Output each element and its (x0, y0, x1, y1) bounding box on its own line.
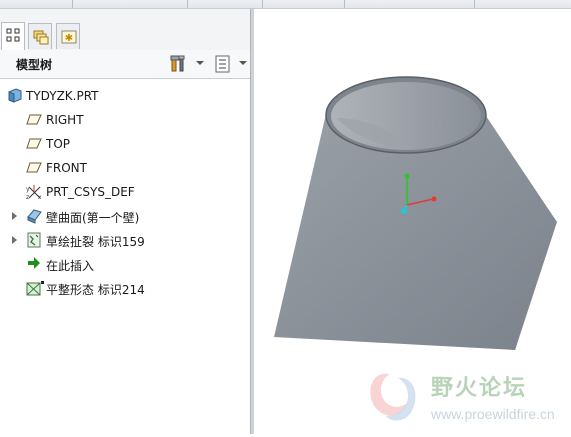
tree-item-part[interactable]: TYDYZK.PRT (0, 85, 250, 107)
tree-item-top[interactable]: TOP (0, 133, 250, 155)
watermark-logo (370, 373, 416, 421)
layer-icon (33, 30, 49, 45)
tree-item-insert-here[interactable]: 在此插入 (0, 253, 250, 275)
tab-favorites[interactable]: ✱ (56, 23, 80, 49)
tree-item-label: 草绘扯裂 标识159 (46, 235, 145, 249)
part-icon (8, 88, 22, 103)
toolbar-segment[interactable] (0, 0, 73, 8)
tree-item-label: TYDYZK.PRT (26, 89, 99, 103)
settings-dropdown-icon[interactable] (196, 61, 204, 65)
model-tree-header: 模型树 (0, 50, 250, 79)
svg-text:z: z (26, 194, 29, 200)
tree-item-wall[interactable]: 壁曲面(第一个壁) (0, 205, 250, 227)
tree-item-label: TOP (46, 137, 71, 151)
navigator-tab-bar: ✱ (0, 9, 250, 51)
toolbar-segment[interactable] (262, 0, 345, 8)
svg-text:y: y (26, 186, 30, 193)
tree-item-label: 在此插入 (46, 259, 95, 273)
panel-title: 模型树 (16, 58, 53, 72)
favorite-icon: ✱ (61, 30, 77, 44)
watermark-text: 野火论坛 (431, 376, 528, 401)
axis-z-tip (401, 208, 407, 214)
datum-plane-icon (26, 114, 42, 125)
top-toolbar-strip (0, 0, 571, 9)
axis-y-tip (404, 173, 410, 179)
tree-item-sketch-rip[interactable]: 草绘扯裂 标识159 (0, 229, 250, 251)
tree-item-label: FRONT (46, 161, 87, 175)
model-opening-inner (331, 82, 481, 150)
tree-item-label: 平整形态 标识214 (46, 283, 145, 297)
svg-text:✱: ✱ (65, 33, 73, 44)
toolbar-segment[interactable] (344, 0, 475, 8)
sketch-rip-icon (27, 232, 41, 248)
tree-item-flat-state[interactable]: 平整形态 标识214 (0, 277, 250, 299)
tab-model-tree[interactable] (1, 22, 25, 50)
datum-plane-icon (26, 138, 42, 149)
tree-item-label: RIGHT (46, 113, 84, 127)
toolbar-segment[interactable] (72, 0, 188, 8)
surface-wall-icon (27, 209, 42, 224)
csys-icon: y z x (26, 185, 42, 200)
tree-item-label: 壁曲面(第一个壁) (46, 211, 140, 225)
watermark-url: www.proewildfire.cn (431, 406, 555, 422)
show-icon[interactable] (214, 55, 232, 73)
tree-item-csys[interactable]: y z x PRT_CSYS_DEF (0, 181, 250, 203)
tree-item-right[interactable]: RIGHT (0, 109, 250, 131)
tree-item-label: PRT_CSYS_DEF (46, 185, 135, 199)
show-dropdown-icon[interactable] (239, 61, 247, 65)
flat-state-icon (26, 281, 44, 296)
axis-x-tip (431, 196, 437, 202)
tab-layers[interactable] (28, 23, 52, 49)
insert-arrow-icon (28, 257, 40, 269)
datum-plane-icon (26, 162, 42, 173)
navigator-pane: ✱ 模型树 TYDYZK.PRT RIGHT TOP FRONT y z x P… (0, 9, 250, 434)
settings-icon[interactable] (170, 55, 188, 73)
expand-icon[interactable] (12, 212, 17, 220)
toolbar-segment[interactable] (187, 0, 263, 8)
svg-text:x: x (38, 194, 42, 200)
model-tree-icon (6, 28, 20, 42)
tree-item-front[interactable]: FRONT (0, 157, 250, 179)
expand-icon[interactable] (12, 236, 17, 244)
